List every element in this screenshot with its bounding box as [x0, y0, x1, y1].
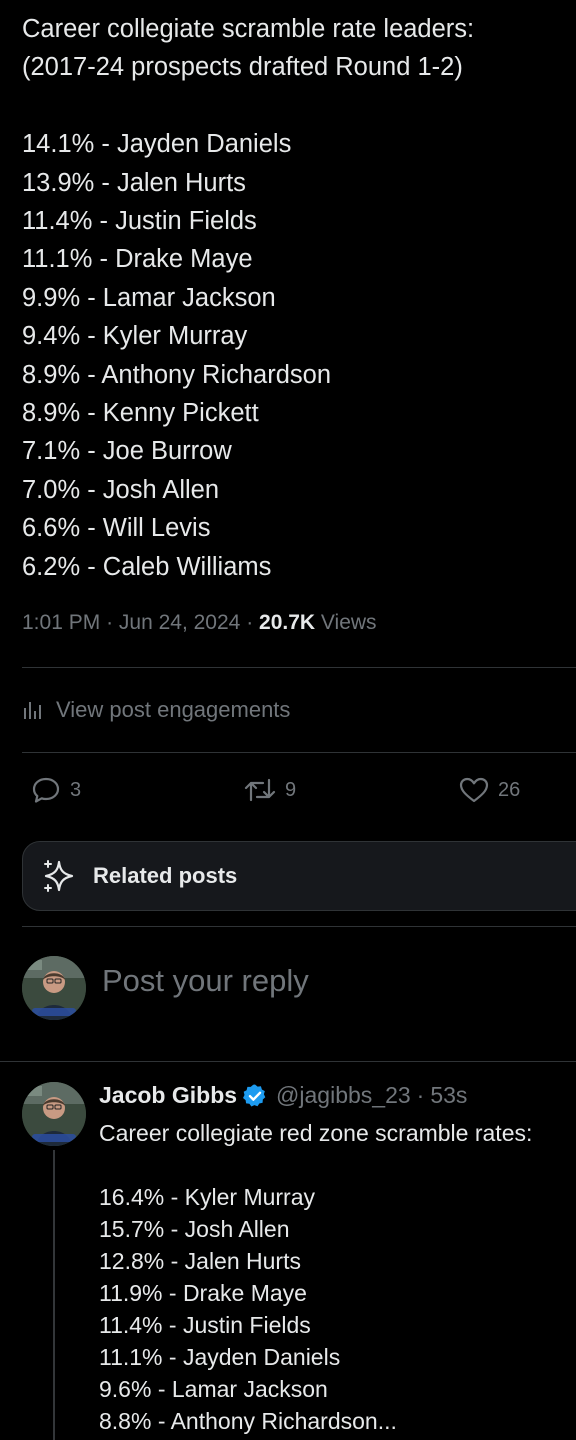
divider — [0, 1061, 576, 1062]
avatar[interactable] — [22, 956, 86, 1020]
post-list-item: 13.9% - Jalen Hurts — [22, 168, 246, 197]
post-list-item: 8.9% - Anthony Richardson — [22, 360, 332, 389]
reply-separator: · — [416, 1082, 425, 1108]
divider — [22, 926, 576, 927]
post-list-item: 11.4% - Justin Fields — [22, 207, 257, 236]
post-list-item: 11.1% - Drake Maye — [22, 245, 253, 274]
reply-count: 3 — [70, 778, 82, 801]
post-list-item: 6.2% - Caleb Williams — [22, 552, 272, 581]
reply-heading: Career collegiate red zone scramble rate… — [99, 1120, 533, 1146]
meta-separator: · — [106, 611, 114, 634]
post-list-item: 6.6% - Will Levis — [22, 514, 211, 543]
meta-separator: · — [246, 611, 254, 634]
action-bar: 3 9 26 — [0, 772, 576, 808]
divider — [22, 752, 576, 753]
related-posts-button[interactable]: Related posts — [22, 841, 576, 911]
reply-list-item: 11.1% - Jayden Daniels — [99, 1344, 341, 1370]
heart-icon — [459, 777, 489, 803]
reply-header: Jacob Gibbs @jagibbs_23 · 53s — [99, 1082, 467, 1109]
reply-author-name[interactable]: Jacob Gibbs — [99, 1082, 237, 1109]
reply-icon — [32, 777, 60, 803]
reply-list-item: 11.4% - Justin Fields — [99, 1312, 311, 1338]
post-list-item: 7.1% - Joe Burrow — [22, 437, 232, 466]
reply-button[interactable]: 3 — [30, 774, 81, 806]
repost-icon — [244, 778, 276, 802]
view-engagements-link[interactable]: View post engagements — [22, 695, 290, 725]
post-time[interactable]: 1:01 PM — [22, 611, 100, 634]
reply-list-item: 11.9% - Drake Maye — [99, 1280, 307, 1306]
reply-list-item: 16.4% - Kyler Murray — [99, 1184, 316, 1210]
post-date[interactable]: Jun 24, 2024 — [119, 611, 240, 634]
post-heading-line: (2017-24 prospects drafted Round 1-2) — [22, 53, 463, 82]
post-list-item: 14.1% - Jayden Daniels — [22, 130, 292, 159]
reply-input[interactable]: Post your reply — [102, 963, 309, 999]
thread-line — [53, 1150, 55, 1440]
verified-badge-icon — [243, 1084, 266, 1106]
post-list-item: 9.4% - Kyler Murray — [22, 322, 248, 351]
like-button[interactable]: 26 — [458, 774, 520, 806]
reply-list-item: 9.6% - Lamar Jackson — [99, 1376, 328, 1402]
view-engagements-label: View post engagements — [56, 697, 291, 722]
divider — [22, 667, 576, 668]
post-list-item: 7.0% - Josh Allen — [22, 475, 220, 504]
reply-author-handle[interactable]: @jagibbs_23 — [276, 1082, 411, 1109]
reply-list-item: 12.8% - Jalen Hurts — [99, 1248, 301, 1274]
sparkle-icon — [44, 860, 74, 892]
post-heading-line: Career collegiate scramble rate leaders: — [22, 15, 475, 43]
views-label: Views — [320, 611, 377, 634]
post-list-item: 8.9% - Kenny Pickett — [22, 399, 259, 428]
analytics-icon — [24, 702, 41, 719]
post-list-item: 9.9% - Lamar Jackson — [22, 283, 276, 312]
reply-list-item: 8.8% - Anthony Richardson... — [99, 1408, 397, 1434]
post-meta: 1:01 PM · Jun 24, 2024 · 20.7K Views — [22, 611, 377, 635]
repost-count: 9 — [285, 778, 297, 801]
like-count: 26 — [498, 778, 521, 801]
views-count: 20.7K — [259, 611, 316, 634]
post-text: Career collegiate scramble rate leaders:… — [22, 10, 562, 586]
repost-button[interactable]: 9 — [243, 774, 296, 806]
reply-text: Career collegiate red zone scramble rate… — [99, 1117, 532, 1437]
reply-timestamp[interactable]: 53s — [430, 1082, 467, 1109]
reply-list-item: 15.7% - Josh Allen — [99, 1216, 290, 1242]
reply-avatar[interactable] — [22, 1082, 86, 1146]
related-posts-label: Related posts — [93, 863, 238, 888]
